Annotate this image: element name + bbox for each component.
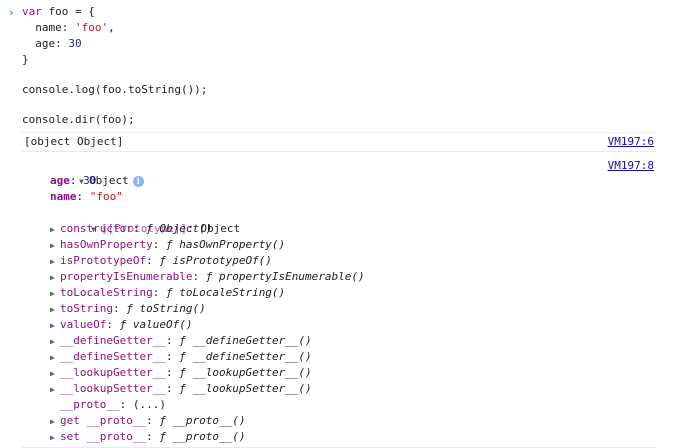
member-key: __proto__ [60,398,120,411]
collapsed-triangle-icon[interactable]: ▶ [50,238,60,254]
member-key: __defineGetter__ [60,334,166,347]
function-name: hasOwnProperty() [179,238,286,251]
devtools-console: › var foo = { name: 'foo', age: 30 } con… [0,0,678,448]
collapsed-triangle-icon[interactable]: ▶ [50,366,60,382]
prototype-member-row[interactable]: ▶ toLocaleString: ƒ toLocaleString() [0,285,678,301]
function-name: __lookupSetter__() [192,382,312,395]
tree-root[interactable]: ▼ Object i [0,157,678,187]
prototype-member-row: __proto__: (...) [60,398,166,411]
prototype-member-row[interactable]: ▶ __lookupGetter__: ƒ __lookupGetter__() [0,365,678,381]
collapsed-triangle-icon[interactable]: ▶ [50,302,60,318]
function-symbol-icon: ƒ [179,334,186,347]
property-key: age [50,174,70,187]
prototype-member-row[interactable]: ▶ isPrototypeOf: ƒ isPrototypeOf() [0,253,678,269]
collapsed-triangle-icon[interactable]: ▶ [50,254,60,270]
function-name: toLocaleString() [179,286,286,299]
function-name: __defineSetter__() [192,350,312,363]
function-symbol-icon: ƒ [179,382,186,395]
function-name: toString() [139,302,206,315]
prototype-member-row[interactable]: ▶ toString: ƒ toString() [0,301,678,317]
function-name: isPrototypeOf() [172,254,272,267]
function-name: __proto__() [172,414,246,427]
code-line: } [22,53,29,66]
collapsed-triangle-icon[interactable]: ▶ [50,334,60,350]
function-symbol-icon: ƒ [146,222,153,235]
collapsed-triangle-icon[interactable]: ▶ [50,430,60,446]
collapsed-triangle-icon[interactable]: ▶ [50,318,60,334]
prototype-node[interactable]: ▼ [[Prototype]]: Object [0,205,678,235]
function-symbol-icon: ƒ [159,414,166,427]
code-line: var foo = { [22,5,95,18]
member-key: constructor [60,222,133,235]
property-value: "foo" [89,190,123,203]
code-line: console.log(foo.toString()); [22,83,208,96]
member-key: set __proto__ [60,430,147,443]
prototype-member-row[interactable]: ▶ constructor: ƒ Object() [0,221,678,237]
member-key: toLocaleString [60,286,153,299]
code-line: age: 30 [22,37,82,50]
object-tree: ▼ Object i age: 30 name: "foo" ▼ [[Prototype… [0,157,678,445]
member-key: __lookupSetter__ [60,382,166,395]
function-name: propertyIsEnumerable() [218,270,365,283]
member-key: toString [60,302,113,315]
function-name: __proto__() [172,430,246,443]
log-output: [object Object] [24,135,124,148]
lazy-value[interactable]: (...) [133,398,166,411]
collapsed-triangle-icon[interactable]: ▶ [50,286,60,302]
collapsed-triangle-icon[interactable]: ▶ [50,270,60,286]
function-name: Object() [159,222,213,235]
member-key: valueOf [60,318,107,331]
function-symbol-icon: ƒ [159,430,166,443]
prototype-member-row[interactable]: ▶ propertyIsEnumerable: ƒ propertyIsEnume… [0,269,678,285]
function-name: valueOf() [132,318,193,331]
prototype-member-row[interactable]: ▶ valueOf: ƒ valueOf() [0,317,678,333]
own-property-row: age: 30 [50,174,97,187]
function-name: __lookupGetter__() [192,366,312,379]
source-link[interactable]: VM197:6 [608,133,654,151]
prototype-member-row[interactable]: ▶ __defineSetter__: ƒ __defineSetter__() [0,349,678,365]
property-value: 30 [83,174,97,187]
console-dir-message: VM197:8 ▼ Object i age: 30 name: "foo" ▼ [[P… [0,152,678,445]
function-name: __defineGetter__() [192,334,312,347]
prompt-chevron-icon: › [8,6,15,19]
collapsed-triangle-icon[interactable]: ▶ [50,414,60,430]
prototype-member-row[interactable]: ▶ __defineGetter__: ƒ __defineGetter__() [0,333,678,349]
code-line: console.dir(foo); [22,113,135,126]
console-log-message: [object Object] VM197:6 [0,133,678,151]
code-line: name: 'foo', [22,21,115,34]
member-key: __lookupGetter__ [60,366,166,379]
console-input-block[interactable]: › var foo = { name: 'foo', age: 30 } con… [0,0,678,128]
member-key: isPrototypeOf [60,254,147,267]
member-key: get __proto__ [60,414,147,427]
function-symbol-icon: ƒ [179,350,186,363]
collapsed-triangle-icon[interactable]: ▶ [50,382,60,398]
function-symbol-icon: ƒ [159,254,166,267]
prototype-member-row[interactable]: ▶ hasOwnProperty: ƒ hasOwnProperty() [0,237,678,253]
collapsed-triangle-icon[interactable]: ▶ [50,350,60,366]
member-key: propertyIsEnumerable [60,270,193,283]
function-symbol-icon: ƒ [126,302,133,315]
own-property-row: name: "foo" [50,190,123,203]
prototype-member-row[interactable]: ▶ get __proto__: ƒ __proto__() [0,413,678,429]
prototype-member-row[interactable]: ▶ __lookupSetter__: ƒ __lookupSetter__() [0,381,678,397]
function-symbol-icon: ƒ [165,238,173,251]
collapsed-triangle-icon[interactable]: ▶ [50,222,60,238]
property-key: name [50,190,77,203]
member-key: __defineSetter__ [60,350,166,363]
function-symbol-icon: ƒ [179,366,186,379]
function-symbol-icon: ƒ [165,286,173,299]
member-key: hasOwnProperty [60,238,153,251]
prototype-member-row[interactable]: ▶ set __proto__: ƒ __proto__() [0,429,678,445]
